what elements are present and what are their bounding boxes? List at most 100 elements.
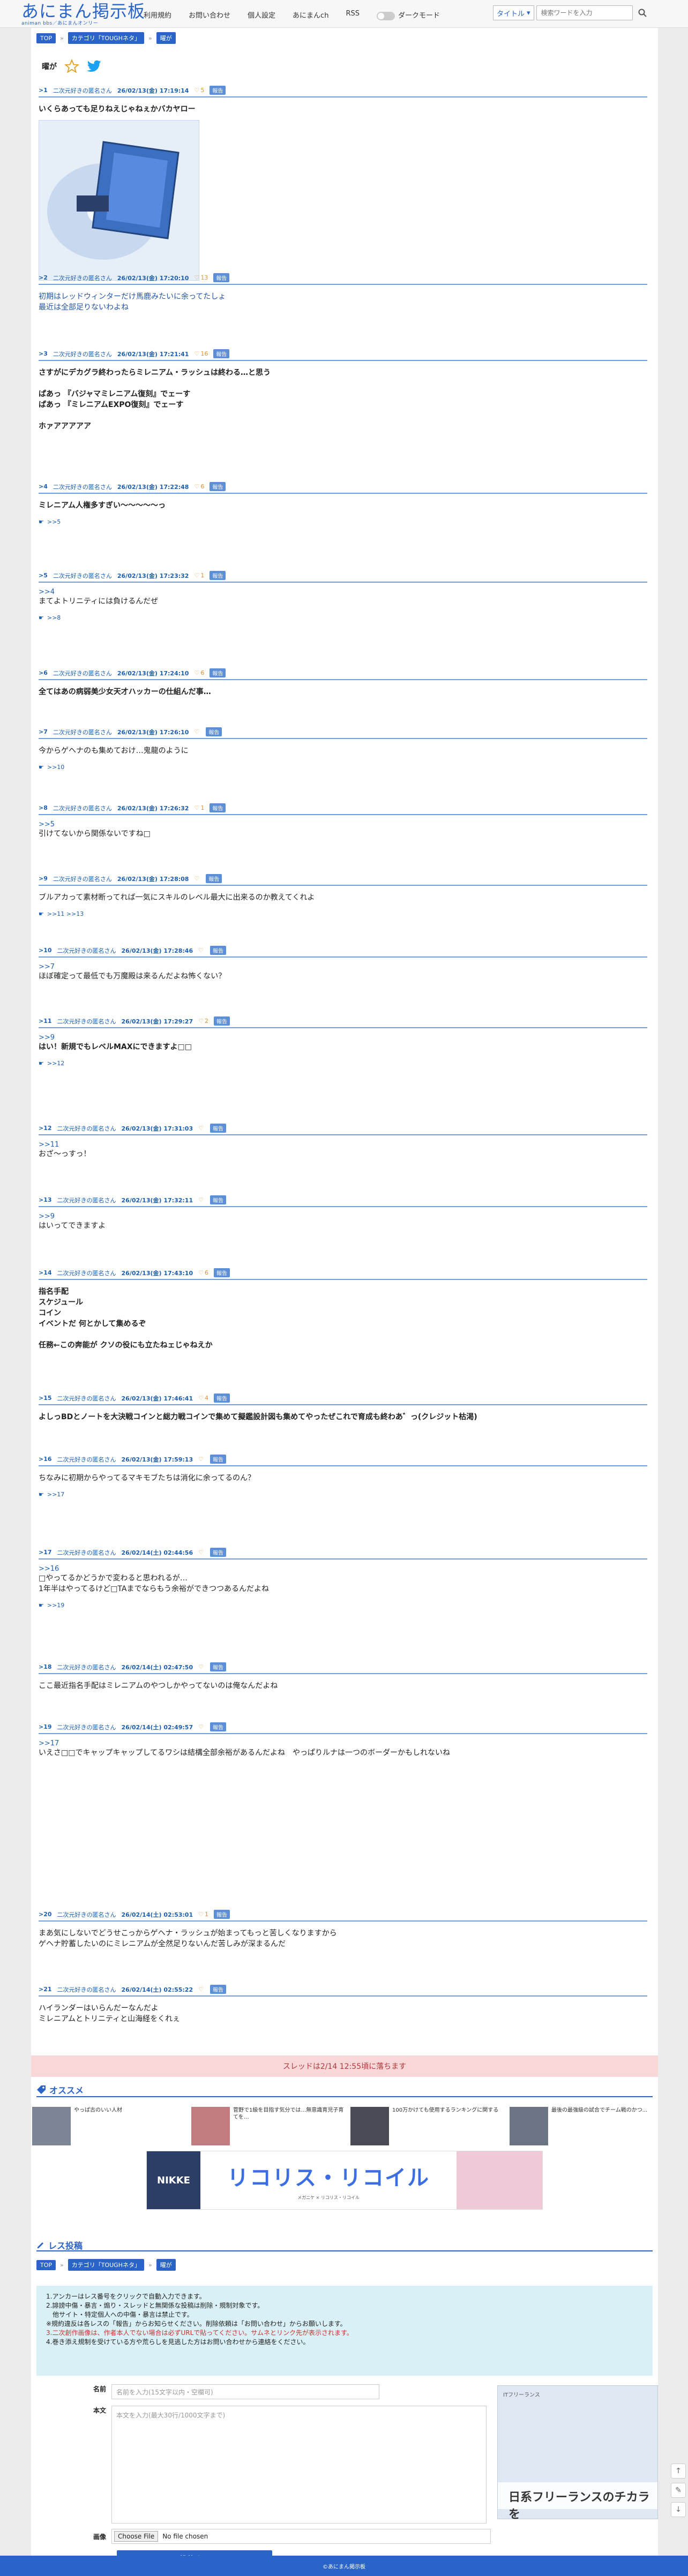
- anchor-link[interactable]: >>4: [39, 588, 647, 596]
- post-number[interactable]: >15: [39, 1395, 52, 1402]
- report-button[interactable]: 報告: [210, 1195, 226, 1204]
- report-button[interactable]: 報告: [206, 727, 222, 736]
- post-number[interactable]: >3: [39, 350, 48, 357]
- scroll-top-button[interactable]: ↑: [671, 2464, 686, 2479]
- post-number[interactable]: >13: [39, 1196, 52, 1203]
- name-field[interactable]: 名前を入力(15文字以内・空欄可): [111, 2384, 379, 2399]
- recommend-item[interactable]: 菅野で1級を目指す気分では…無意識育児子育てを…: [191, 2107, 345, 2145]
- nav-terms[interactable]: 利用規約: [144, 10, 171, 20]
- report-button[interactable]: 報告: [210, 1722, 226, 1731]
- post-image[interactable]: [39, 120, 199, 281]
- post-number[interactable]: >12: [39, 1125, 52, 1132]
- recommend-item[interactable]: 最後の最強級の試合でチーム戦のかつ...: [510, 2107, 663, 2145]
- post-number[interactable]: >18: [39, 1663, 52, 1670]
- good-button[interactable]: ♡: [198, 1196, 205, 1203]
- report-button[interactable]: 報告: [213, 273, 230, 282]
- anchor-link[interactable]: >>9: [39, 1034, 647, 1042]
- good-button[interactable]: ♡: [198, 1663, 205, 1670]
- post-number[interactable]: >21: [39, 1986, 52, 1993]
- report-button[interactable]: 報告: [213, 1910, 230, 1919]
- good-button[interactable]: ♡ 6: [194, 483, 204, 490]
- file-input[interactable]: Choose File No file chosen: [111, 2529, 491, 2544]
- reply-link[interactable]: >>11 >>13: [47, 910, 84, 917]
- choose-file-button[interactable]: Choose File: [114, 2531, 159, 2542]
- good-button[interactable]: ♡ 1: [194, 804, 204, 811]
- reply-link[interactable]: >>17: [47, 1491, 64, 1498]
- good-button[interactable]: ♡ 13: [194, 274, 208, 281]
- report-button[interactable]: 報告: [210, 482, 226, 491]
- report-button[interactable]: 報告: [210, 1124, 226, 1133]
- reply-link[interactable]: >>19: [47, 1602, 64, 1609]
- reply-link[interactable]: >>12: [47, 1060, 64, 1067]
- ad-banner[interactable]: NIKKE リコリス・リコイル メガニケ × リコリス・リコイル: [146, 2151, 543, 2210]
- post-number[interactable]: >11: [39, 1018, 52, 1025]
- good-button[interactable]: ♡ 6: [198, 1269, 208, 1276]
- breadcrumb-category[interactable]: カテゴリ「TOUGHネタ」: [68, 32, 144, 44]
- good-button[interactable]: ♡: [198, 1986, 205, 1993]
- post-number[interactable]: >5: [39, 572, 48, 579]
- good-button[interactable]: ♡ 5: [194, 87, 204, 94]
- report-button[interactable]: 報告: [210, 1985, 226, 1994]
- good-button[interactable]: ♡: [198, 1723, 205, 1730]
- report-button[interactable]: 報告: [213, 1016, 230, 1026]
- post-number[interactable]: >20: [39, 1911, 52, 1918]
- good-button[interactable]: ♡ 1: [194, 572, 204, 579]
- star-icon[interactable]: [64, 59, 79, 74]
- nav-settings[interactable]: 個人設定: [248, 10, 275, 20]
- breadcrumb-thread[interactable]: 曜が: [156, 32, 176, 44]
- write-button[interactable]: ✎: [671, 2483, 686, 2498]
- post-number[interactable]: >10: [39, 947, 52, 954]
- anchor-link[interactable]: >>11: [39, 1141, 647, 1149]
- breadcrumb-top[interactable]: TOP: [36, 33, 56, 43]
- anchor-link[interactable]: >>7: [39, 963, 647, 971]
- search-input[interactable]: [536, 5, 633, 20]
- report-button[interactable]: 報告: [210, 1455, 226, 1464]
- post-number[interactable]: >2: [39, 274, 48, 281]
- nav-rss[interactable]: RSS: [346, 10, 360, 20]
- report-button[interactable]: 報告: [210, 86, 226, 95]
- report-button[interactable]: 報告: [210, 946, 226, 955]
- report-button[interactable]: 報告: [210, 1548, 226, 1557]
- nav-contact[interactable]: お問い合わせ: [189, 10, 230, 20]
- body-textarea[interactable]: 本文を入力(最大30行/1000文字まで): [111, 2406, 487, 2524]
- anchor-link[interactable]: >>9: [39, 1212, 647, 1221]
- post-number[interactable]: >17: [39, 1549, 52, 1556]
- post-number[interactable]: >19: [39, 1723, 52, 1730]
- good-button[interactable]: ♡: [198, 1456, 205, 1463]
- good-button[interactable]: ♡: [194, 875, 200, 882]
- good-button[interactable]: ♡ 1: [198, 1911, 208, 1918]
- toggle-switch[interactable]: [376, 11, 395, 20]
- breadcrumb-top[interactable]: TOP: [36, 2259, 56, 2270]
- post-number[interactable]: >8: [39, 804, 48, 811]
- breadcrumb-thread[interactable]: 曜が: [156, 2259, 176, 2271]
- report-button[interactable]: 報告: [210, 803, 226, 812]
- post-number[interactable]: >6: [39, 669, 48, 676]
- reply-link[interactable]: >>8: [47, 614, 61, 621]
- good-button[interactable]: ♡ 16: [194, 350, 208, 357]
- good-button[interactable]: ♡: [198, 947, 205, 954]
- side-ad[interactable]: ITフリーランス 日系フリーランスのチカラを: [497, 2385, 658, 2521]
- recommend-item[interactable]: やっぱ古のいい人材: [32, 2107, 186, 2145]
- dark-mode-toggle[interactable]: ダークモード: [376, 10, 440, 20]
- breadcrumb-category[interactable]: カテゴリ「TOUGHネタ」: [68, 2259, 144, 2271]
- search-type-select[interactable]: タイトル ▾: [493, 5, 534, 20]
- post-number[interactable]: >7: [39, 728, 48, 735]
- search-button[interactable]: [635, 5, 650, 20]
- nav-animanch[interactable]: あにまんch: [293, 10, 328, 20]
- post-number[interactable]: >4: [39, 483, 48, 490]
- post-number[interactable]: >14: [39, 1269, 52, 1276]
- post-number[interactable]: >16: [39, 1456, 52, 1463]
- twitter-icon[interactable]: [87, 60, 102, 73]
- report-button[interactable]: 報告: [206, 874, 222, 883]
- good-button[interactable]: ♡ 2: [198, 1018, 208, 1025]
- reply-link[interactable]: >>10: [47, 764, 64, 771]
- report-button[interactable]: 報告: [213, 349, 230, 358]
- anchor-link[interactable]: >>16: [39, 1565, 647, 1573]
- report-button[interactable]: 報告: [213, 1268, 230, 1277]
- good-button[interactable]: ♡ 4: [198, 1395, 208, 1402]
- post-number[interactable]: >9: [39, 875, 48, 882]
- good-button[interactable]: ♡: [198, 1125, 205, 1132]
- reply-link[interactable]: >>5: [47, 518, 61, 525]
- report-button[interactable]: 報告: [210, 1662, 226, 1671]
- good-button[interactable]: ♡: [198, 1549, 205, 1556]
